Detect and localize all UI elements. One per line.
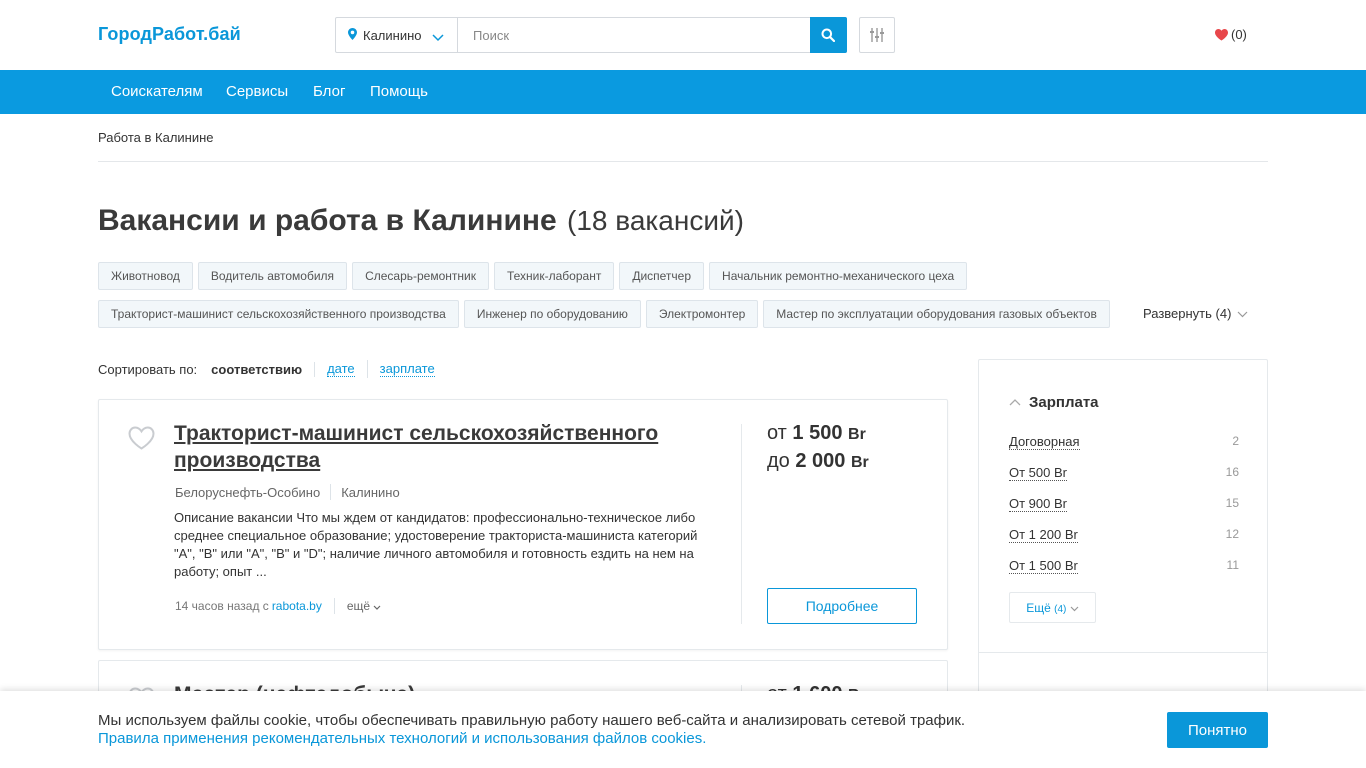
favorites-count: (0) xyxy=(1231,27,1247,42)
city-label: Калинино xyxy=(363,28,422,43)
favorites-link[interactable]: (0) xyxy=(1215,27,1247,42)
filter-option-label: От 500 Br xyxy=(1009,465,1067,481)
tag[interactable]: Начальник ремонтно-механического цеха xyxy=(709,262,968,290)
salary-to-prefix: до xyxy=(767,450,790,472)
sort-option-relevance[interactable]: соответствию xyxy=(211,361,316,377)
filter-option-label: Договорная xyxy=(1009,434,1080,450)
vacancy-count: (18 вакансий) xyxy=(567,205,744,236)
filter-option-count: 15 xyxy=(1225,496,1239,510)
chevron-down-icon xyxy=(432,30,444,45)
tag[interactable]: Слесарь-ремонтник xyxy=(352,262,489,290)
salary-filter-option[interactable]: От 1 200 Br 12 xyxy=(1009,527,1239,543)
cookie-text: Мы используем файлы cookie, чтобы обеспе… xyxy=(98,712,966,729)
tag[interactable]: Инженер по оборудованию xyxy=(463,300,641,328)
cookie-banner: Мы используем файлы cookie, чтобы обеспе… xyxy=(0,691,1366,768)
tag[interactable]: Животновод xyxy=(98,262,193,290)
salary-filter-title: Зарплата xyxy=(1029,394,1099,411)
salary-from: от 1 500 Br xyxy=(767,422,866,445)
tag[interactable]: Диспетчер xyxy=(619,262,705,290)
company-name: Белоруснефть-Особино xyxy=(175,484,321,500)
details-button[interactable]: Подробнее xyxy=(767,588,917,624)
posted-time: 14 часов назад с xyxy=(175,599,269,613)
sort-option-salary[interactable]: зарплате xyxy=(379,361,435,377)
chevron-down-icon xyxy=(374,605,381,610)
card-divider xyxy=(741,424,742,624)
filter-option-count: 2 xyxy=(1232,434,1239,448)
vacancy-footer: 14 часов назад с rabota.by ещё xyxy=(175,598,381,614)
search-input[interactable] xyxy=(459,18,811,52)
location-pin-icon xyxy=(348,28,357,43)
chevron-up-icon xyxy=(1009,399,1021,406)
site-logo[interactable]: ГородРабот.бай xyxy=(98,24,241,45)
nav-item-services[interactable]: Сервисы xyxy=(226,83,288,100)
more-menu-button[interactable]: ещё xyxy=(347,599,382,613)
show-more-label: Ещё xyxy=(1026,600,1051,615)
divider xyxy=(98,161,1268,162)
show-more-filters-button[interactable]: Ещё (4) xyxy=(1009,592,1096,623)
search-icon xyxy=(821,28,835,42)
show-more-count: (4) xyxy=(1054,603,1067,615)
meta-separator xyxy=(330,484,332,500)
nav-item-help[interactable]: Помощь xyxy=(370,83,428,100)
expand-tags-label: Развернуть (4) xyxy=(1143,306,1232,321)
favorite-heart-icon[interactable] xyxy=(128,426,155,455)
salary-filter-option[interactable]: Договорная 2 xyxy=(1009,434,1239,450)
search-bar: Калинино xyxy=(335,17,847,53)
footer-separator xyxy=(333,598,335,614)
vacancy-meta: Белоруснефть-Особино Калинино xyxy=(175,484,400,500)
expand-tags-button[interactable]: Развернуть (4) xyxy=(1143,306,1248,321)
filter-option-count: 16 xyxy=(1225,465,1239,479)
tags-row-1: Животновод Водитель автомобиля Слесарь-р… xyxy=(98,262,968,290)
salary-filter-option[interactable]: От 1 500 Br 11 xyxy=(1009,558,1239,574)
salary-to-value: 2 000 xyxy=(795,450,846,472)
search-button[interactable] xyxy=(810,17,847,53)
breadcrumb[interactable]: Работа в Калинине xyxy=(98,130,214,145)
salary-from-prefix: от xyxy=(767,422,787,444)
heart-icon xyxy=(1215,29,1228,41)
chevron-down-icon xyxy=(1237,311,1248,318)
sort-label: Сортировать по: xyxy=(98,361,198,377)
tag[interactable]: Мастер по эксплуатации оборудования газо… xyxy=(763,300,1110,328)
vacancy-city: Калинино xyxy=(341,484,400,500)
page-title-text: Вакансии и работа в Калинине xyxy=(98,204,557,237)
more-label: ещё xyxy=(346,599,371,613)
tag[interactable]: Тракторист-машинист сельскохозяйственног… xyxy=(98,300,459,328)
cookie-policy-link[interactable]: Правила применения рекомендательных техн… xyxy=(98,730,706,748)
tag[interactable]: Водитель автомобиля xyxy=(197,262,348,290)
vacancy-description: Описание вакансии Что мы ждем от кандида… xyxy=(174,510,698,579)
city-selector[interactable]: Калинино xyxy=(336,18,458,52)
nav-item-job-seekers[interactable]: Соискателям xyxy=(111,83,203,100)
salary-currency: Br xyxy=(848,426,866,443)
tags-row-2: Тракторист-машинист сельскохозяйственног… xyxy=(98,300,1110,328)
sort-separator xyxy=(366,360,368,378)
filter-option-label: От 1 200 Br xyxy=(1009,527,1078,543)
source-link[interactable]: rabota.by xyxy=(272,599,322,613)
sidebar-divider xyxy=(979,652,1267,653)
filter-option-label: От 1 500 Br xyxy=(1009,558,1078,574)
filter-option-label: От 900 Br xyxy=(1009,496,1067,512)
salary-filter-option[interactable]: От 900 Br 15 xyxy=(1009,496,1239,512)
vacancy-title[interactable]: Тракторист-машинист сельскохозяйственног… xyxy=(174,420,694,474)
sort-bar: Сортировать по: соответствию дате зарпла… xyxy=(98,360,447,378)
main-nav: Соискателям Сервисы Блог Помощь xyxy=(0,70,1366,114)
salary-from-value: 1 500 xyxy=(792,422,843,444)
salary-filter-option[interactable]: От 500 Br 16 xyxy=(1009,465,1239,481)
sliders-icon xyxy=(870,28,884,42)
salary-to: до 2 000 Br xyxy=(767,450,869,473)
page-title: Вакансии и работа в Калинине (18 ваканси… xyxy=(98,204,744,238)
cookie-accept-button[interactable]: Понятно xyxy=(1167,712,1268,748)
vacancy-card: Тракторист-машинист сельскохозяйственног… xyxy=(98,399,948,650)
salary-filter-header[interactable]: Зарплата xyxy=(1009,394,1099,411)
tag[interactable]: Электромонтер xyxy=(645,300,759,328)
header: ГородРабот.бай Калинино (0) xyxy=(0,0,1366,70)
salary-currency: Br xyxy=(850,454,869,471)
chevron-down-icon xyxy=(1070,606,1079,611)
filter-button[interactable] xyxy=(859,17,895,53)
nav-item-blog[interactable]: Блог xyxy=(313,83,345,100)
filter-option-count: 11 xyxy=(1226,558,1239,572)
sort-option-date[interactable]: дате xyxy=(327,361,355,377)
filter-option-count: 12 xyxy=(1225,527,1239,541)
tag[interactable]: Техник-лаборант xyxy=(493,262,615,290)
